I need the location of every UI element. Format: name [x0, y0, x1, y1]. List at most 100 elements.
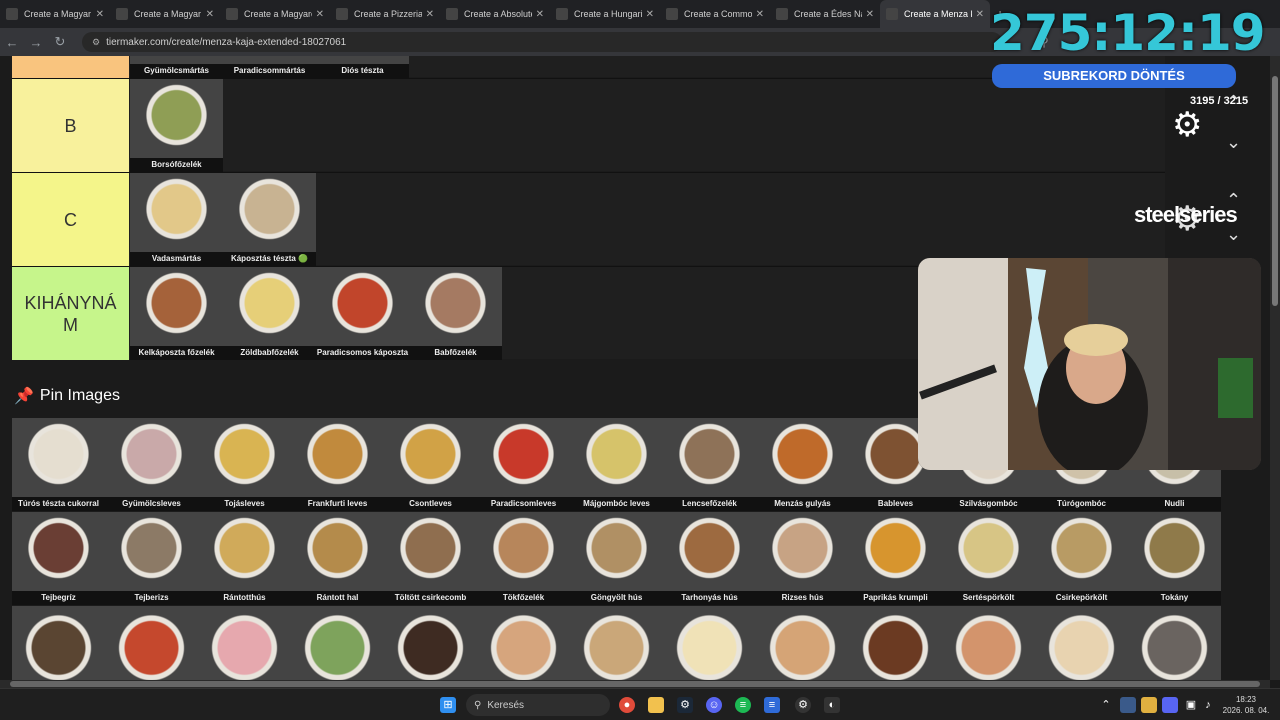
food-caption: Babfőzelék: [409, 346, 502, 360]
notepad-icon[interactable]: ≡: [764, 697, 780, 713]
food-tile[interactable]: [105, 606, 198, 680]
browser-tab[interactable]: Create a Édes Na ✕: [770, 0, 880, 28]
food-image: [409, 267, 502, 347]
food-caption: Májgombóc leves: [570, 497, 663, 511]
back-icon[interactable]: ←: [0, 35, 24, 50]
tier-label[interactable]: [12, 56, 129, 78]
food-tile[interactable]: Túrós tészta cukorral: [12, 418, 105, 511]
food-tile[interactable]: Tejberizs: [105, 512, 198, 605]
app-icon[interactable]: ◐: [824, 697, 840, 713]
food-tile[interactable]: Babfőzelék: [409, 267, 502, 360]
browser-tab[interactable]: Create a Absolute ✕: [440, 0, 550, 28]
horizontal-scrollbar[interactable]: [0, 680, 1270, 688]
close-icon[interactable]: ✕: [206, 9, 214, 20]
food-tile[interactable]: Májgombóc leves: [570, 418, 663, 511]
food-caption: Tejberizs: [105, 591, 198, 605]
food-tile[interactable]: [942, 606, 1035, 680]
browser-tab[interactable]: Create a Magyarc ✕: [220, 0, 330, 28]
food-tile[interactable]: Tokány: [1128, 512, 1221, 605]
vertical-scroll-thumb[interactable]: [1272, 76, 1278, 306]
browser-tab[interactable]: Create a Hungaric ✕: [550, 0, 660, 28]
site-info-icon[interactable]: ⚙: [92, 37, 100, 48]
food-tile[interactable]: Paprikás krumpli: [849, 512, 942, 605]
browser-tab[interactable]: Create a Pizzerias ✕: [330, 0, 440, 28]
food-caption: Tarhonyás hús: [663, 591, 756, 605]
food-tile[interactable]: Kelkáposzta főzelék: [130, 267, 223, 360]
food-tile[interactable]: Gyümölcsmártás: [130, 56, 223, 78]
food-tile[interactable]: Töltött csirkecomb: [384, 512, 477, 605]
food-tile[interactable]: [756, 606, 849, 680]
tray-icon[interactable]: [1120, 697, 1136, 713]
network-icon[interactable]: ▣: [1183, 697, 1199, 713]
food-tile[interactable]: Paradicsomos káposzta: [316, 267, 409, 360]
forward-icon[interactable]: →: [24, 35, 48, 50]
browser-tab[interactable]: Create a Commor ✕: [660, 0, 770, 28]
food-tile[interactable]: Gyümölcsleves: [105, 418, 198, 511]
spotify-icon[interactable]: ≡: [735, 697, 751, 713]
food-tile[interactable]: [1035, 606, 1128, 680]
taskbar-search[interactable]: ⚲ Keresés: [466, 694, 610, 716]
close-icon[interactable]: ✕: [316, 9, 324, 20]
obs-icon[interactable]: ⚙: [795, 697, 811, 713]
horizontal-scroll-thumb[interactable]: [10, 681, 1260, 687]
reload-icon[interactable]: ↻: [48, 34, 72, 50]
browser-tab[interactable]: Create a Menza k ✕: [880, 0, 990, 28]
tier-label[interactable]: KIHÁNYNÁ M: [12, 267, 129, 360]
food-tile[interactable]: Menzás gulyás: [756, 418, 849, 511]
browser-tab[interactable]: Create a Magyar I ✕: [110, 0, 220, 28]
tab-favicon-icon: [6, 8, 18, 20]
food-tile[interactable]: Zöldbabfőzelék: [223, 267, 316, 360]
food-tile[interactable]: Tejbegríz: [12, 512, 105, 605]
chevron-up-icon[interactable]: ⌃: [1098, 697, 1114, 713]
url-field[interactable]: ⚙ tiermaker.com/create/menza-kaja-extend…: [82, 32, 1002, 52]
tier-label[interactable]: B: [12, 79, 129, 172]
tray-icon[interactable]: [1162, 697, 1178, 713]
food-tile[interactable]: Rántotthús: [198, 512, 291, 605]
food-tile[interactable]: [12, 606, 105, 680]
discord-icon[interactable]: ☺: [706, 697, 722, 713]
food-tile[interactable]: [663, 606, 756, 680]
food-tile[interactable]: [1128, 606, 1221, 680]
food-tile[interactable]: Tojásleves: [198, 418, 291, 511]
browser-tab[interactable]: Create a Magyar I ✕: [0, 0, 110, 28]
close-icon[interactable]: ✕: [536, 9, 544, 20]
food-tile[interactable]: Vadasmártás: [130, 173, 223, 266]
tray-icon[interactable]: [1141, 697, 1157, 713]
food-tile[interactable]: Káposztás tészta 🟢: [223, 173, 316, 266]
food-tile[interactable]: Rizses hús: [756, 512, 849, 605]
food-tile[interactable]: Sertéspörkölt: [942, 512, 1035, 605]
close-icon[interactable]: ✕: [976, 9, 984, 20]
food-tile[interactable]: Diós tészta: [316, 56, 409, 78]
food-tile[interactable]: Lencsefőzelék: [663, 418, 756, 511]
volume-icon[interactable]: ♪: [1200, 697, 1216, 713]
close-icon[interactable]: ✕: [866, 9, 874, 20]
close-icon[interactable]: ✕: [426, 9, 434, 20]
close-icon[interactable]: ✕: [756, 9, 764, 20]
food-tile[interactable]: Paradicsomleves: [477, 418, 570, 511]
food-tile[interactable]: [198, 606, 291, 680]
food-tile[interactable]: Frankfurti leves: [291, 418, 384, 511]
food-tile[interactable]: [291, 606, 384, 680]
food-tile[interactable]: Paradicsommártás: [223, 56, 316, 78]
food-tile[interactable]: Tarhonyás hús: [663, 512, 756, 605]
food-tile[interactable]: Csirkepörkölt: [1035, 512, 1128, 605]
food-tile[interactable]: Göngyölt hús: [570, 512, 663, 605]
tier-label[interactable]: C: [12, 173, 129, 266]
food-tile[interactable]: Rántott hal: [291, 512, 384, 605]
steam-icon[interactable]: ⚙: [677, 697, 693, 713]
food-tile[interactable]: Tökfőzelék: [477, 512, 570, 605]
start-icon[interactable]: ⊞: [440, 697, 456, 713]
food-tile[interactable]: [570, 606, 663, 680]
food-caption: Sertéspörkölt: [942, 591, 1035, 605]
chrome-icon[interactable]: ●: [619, 697, 635, 713]
food-tile[interactable]: Csontleves: [384, 418, 477, 511]
food-tile[interactable]: [477, 606, 570, 680]
vertical-scrollbar[interactable]: [1270, 56, 1280, 680]
close-icon[interactable]: ✕: [646, 9, 654, 20]
food-tile[interactable]: [384, 606, 477, 680]
folder-icon[interactable]: [648, 697, 664, 713]
food-tile[interactable]: Borsófőzelék: [130, 79, 223, 172]
food-tile[interactable]: [849, 606, 942, 680]
taskbar-clock[interactable]: 18:23 2026. 08. 04.: [1218, 694, 1274, 716]
close-icon[interactable]: ✕: [96, 9, 104, 20]
